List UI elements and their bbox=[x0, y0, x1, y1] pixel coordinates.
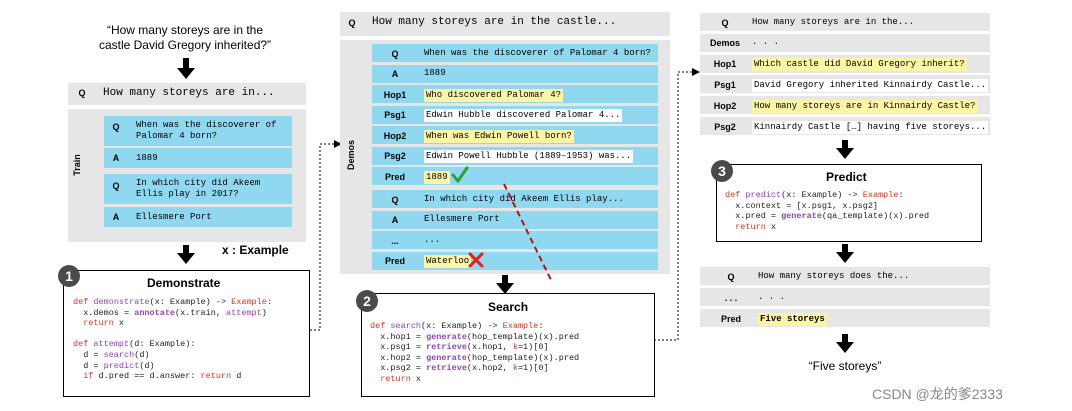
output-row-0-text: How many storeys does the... bbox=[758, 270, 910, 281]
train-ex1-a-label: A bbox=[112, 153, 120, 163]
middle-q-label: Q bbox=[348, 18, 356, 28]
demo2-row-1-text: Ellesmere Port bbox=[424, 214, 500, 224]
output-row-1-label: . . . bbox=[724, 292, 738, 303]
train-ex2-q-line2: Ellis play in 2017? bbox=[136, 189, 239, 199]
demo1-row-2-text: Who discovered Palomar 4? bbox=[424, 88, 564, 102]
demo1-row-2-label: Hop1 bbox=[383, 89, 407, 100]
train-ex2-q-line1: In which city did Akeem bbox=[136, 178, 261, 188]
input-question-line1: “How many storeys are in the bbox=[106, 23, 264, 37]
train-label: Train bbox=[72, 154, 82, 176]
dsp-diagram: “How many storeys are in the castle Davi… bbox=[0, 0, 1072, 411]
demo1-row-3-label: Psg1 bbox=[384, 110, 406, 120]
train-ex1-q-line2: Palomar 4 born? bbox=[136, 131, 218, 141]
predict-row-2-text: Which castle did David Gregory inherit? bbox=[752, 58, 967, 72]
connector-line bbox=[654, 68, 700, 341]
output-row-1-text: . . . bbox=[758, 291, 786, 302]
step1-badge: 1 bbox=[58, 265, 80, 287]
train-ex1-q-label: Q bbox=[112, 122, 120, 132]
demo1-row-6-text: 1889 bbox=[424, 170, 450, 184]
demo1-row-1-label: A bbox=[391, 69, 399, 79]
demo2-row-0-label: Q bbox=[391, 194, 399, 205]
predict-row-5-text: Kinnairdy Castle […] having five storeys… bbox=[752, 120, 989, 134]
input-question: “How many storeys are in the castle Davi… bbox=[60, 23, 310, 53]
search-title: Search bbox=[488, 300, 529, 314]
left-q-text: How many storeys are in... bbox=[103, 87, 275, 99]
demonstrate-title: Demonstrate bbox=[147, 276, 221, 290]
demo1-row-0-label: Q bbox=[391, 48, 399, 59]
predict-title: Predict bbox=[826, 170, 867, 184]
train-ex2-q-label: Q bbox=[112, 181, 120, 191]
predict-row-1-text: . . . bbox=[752, 37, 780, 48]
predict-row-1-label: Demos bbox=[709, 38, 740, 49]
check-icon bbox=[451, 166, 469, 183]
demo1-row-5-label: Psg2 bbox=[384, 151, 406, 161]
down-arrow-icon bbox=[836, 334, 854, 353]
demonstrate-code: def demonstrate(x: Example) -> Example: … bbox=[73, 297, 272, 382]
step2-badge: 2 bbox=[356, 290, 378, 312]
down-arrow-icon bbox=[836, 244, 854, 263]
predict-row-0-label: Q bbox=[721, 17, 729, 28]
predict-row-4-label: Hop2 bbox=[713, 100, 737, 111]
predict-row-2-label: Hop1 bbox=[713, 59, 737, 70]
connector-line bbox=[310, 140, 342, 331]
demos-label: Demos bbox=[346, 140, 356, 171]
demo2-row-3-text: Waterloo bbox=[424, 255, 472, 268]
output-row-2-text: Five storeys bbox=[758, 312, 827, 326]
train-ex2-a-text: Ellesmere Port bbox=[136, 212, 212, 222]
predict-row-3-label: Psg1 bbox=[714, 79, 736, 90]
demo1-row-4-label: Hop2 bbox=[383, 130, 407, 141]
down-arrow-icon bbox=[496, 275, 514, 294]
demo2-row-3-label: Pred bbox=[384, 256, 405, 266]
middle-q-text: How many storeys are in the castle... bbox=[372, 16, 617, 28]
demo1-row-0-text: When was the discoverer of Palomar 4 bor… bbox=[424, 47, 651, 58]
watermark: CSDN @龙的爹2333 bbox=[872, 386, 1003, 402]
demo1-row-5-text: Edwin Powell Hubble (1889–1953) was... bbox=[424, 150, 634, 163]
demo1-row-6-label: Pred bbox=[384, 171, 405, 182]
step3-badge: 3 bbox=[711, 160, 733, 182]
demo1-row-4-text: When was Edwin Powell born? bbox=[424, 129, 574, 143]
down-arrow-icon bbox=[177, 245, 195, 264]
cross-icon bbox=[468, 252, 484, 268]
demo2-row-2-text: ... bbox=[424, 234, 441, 245]
demo1-row-1-text: 1889 bbox=[424, 68, 446, 78]
predict-row-3-text: David Gregory inherited Kinnairdy Castle… bbox=[752, 78, 989, 92]
predict-row-4-text: How many storeys are in Kinnairdy Castle… bbox=[752, 99, 978, 113]
final-answer: “Five storeys” bbox=[808, 359, 882, 373]
demo2-row-2-label: ... bbox=[391, 235, 399, 246]
train-ex2-a-label: A bbox=[112, 212, 120, 222]
left-q-label: Q bbox=[78, 88, 86, 98]
demo2-row-1-label: A bbox=[391, 215, 399, 225]
example-tag: x : Example bbox=[222, 243, 289, 257]
output-row-2-label: Pred bbox=[720, 313, 741, 324]
predict-row-5-label: Psg2 bbox=[714, 121, 736, 132]
train-ex1-a bbox=[104, 148, 292, 168]
down-arrow-icon bbox=[177, 58, 195, 79]
down-arrow-icon bbox=[836, 140, 854, 159]
train-ex1-q-line1: When was the discoverer of bbox=[136, 120, 277, 130]
train-ex1-a-text: 1889 bbox=[136, 153, 158, 163]
demo1-row-3-text: Edwin Hubble discovered Palomar 4... bbox=[424, 109, 623, 122]
output-row-0-label: Q bbox=[727, 271, 735, 282]
predict-row-0-text: How many storeys are in the... bbox=[752, 16, 915, 27]
predict-code: def predict(x: Example) -> Example: x.co… bbox=[725, 190, 930, 232]
search-code: def search(x: Example) -> Example: x.hop… bbox=[370, 321, 580, 384]
input-question-line2: castle David Gregory inherited?” bbox=[98, 38, 272, 52]
